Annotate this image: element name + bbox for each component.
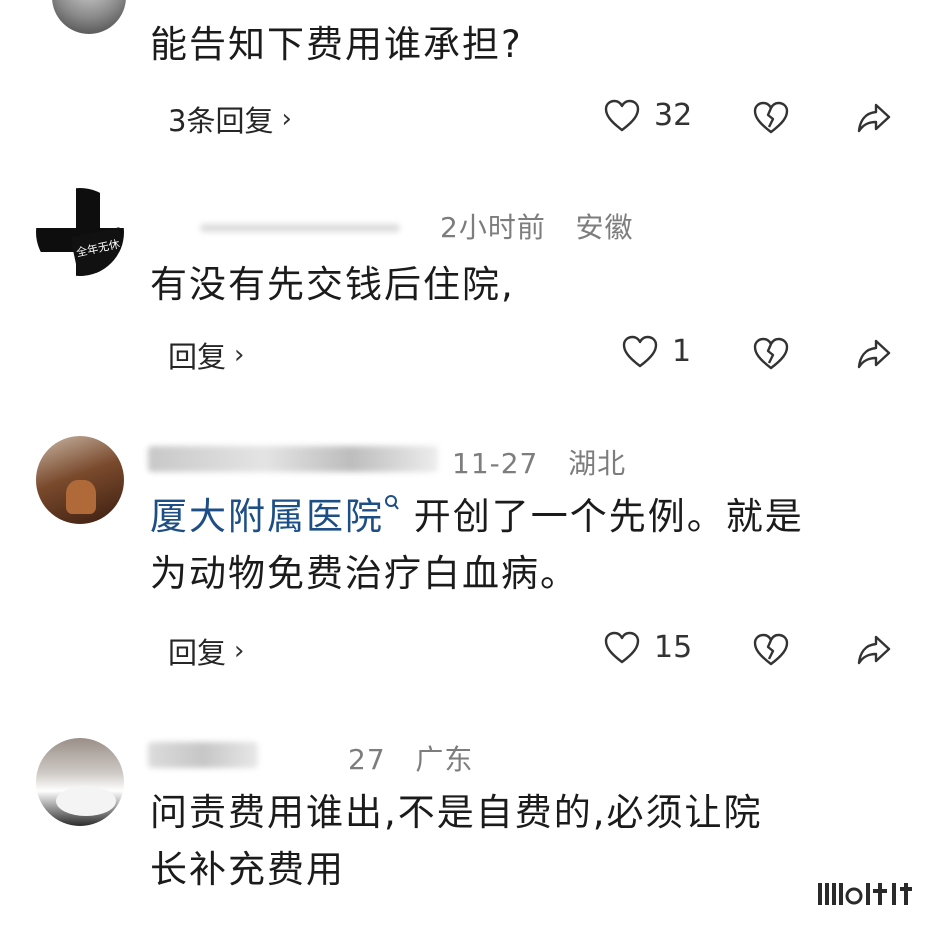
like-count: 1 <box>672 334 692 369</box>
reply-button[interactable]: 回复 › <box>168 334 244 376</box>
comment-meta: 27 广东 <box>348 738 473 778</box>
like-count: 15 <box>654 630 693 665</box>
search-icon <box>385 495 399 510</box>
reply-button[interactable]: 3条回复 › <box>168 98 292 140</box>
like-count: 32 <box>654 98 693 133</box>
comment-time: 2小时前 <box>440 211 546 244</box>
broken-heart-icon[interactable] <box>752 632 790 668</box>
comment-text-line2: 为动物免费治疗白血病。 <box>150 552 579 595</box>
avatar[interactable] <box>36 436 124 524</box>
heart-outline-icon <box>622 335 658 367</box>
reply-label: 回复 <box>168 636 227 670</box>
like-button[interactable]: 32 <box>604 98 692 133</box>
username-redacted <box>200 224 400 232</box>
avatar[interactable]: 全年无休 <box>36 188 124 276</box>
chevron-right-icon: › <box>234 340 245 370</box>
reply-label: 回复 <box>168 340 227 374</box>
hospital-link[interactable]: 厦大附属医院 <box>150 495 400 538</box>
comment-meta: 11-27 湖北 <box>452 442 626 482</box>
chevron-right-icon: › <box>234 636 245 666</box>
share-arrow-icon[interactable] <box>856 102 892 134</box>
comment-text: 厦大附属医院 开创了一个先例。就是 为动物免费治疗白血病。 <box>150 488 804 602</box>
reply-label: 3条回复 <box>168 104 274 138</box>
username-redacted <box>148 446 438 472</box>
share-arrow-icon[interactable] <box>856 338 892 370</box>
comment-meta: 2小时前 安徽 <box>440 206 634 246</box>
comment-time: 27 <box>348 743 386 776</box>
heart-outline-icon <box>604 631 640 663</box>
like-button[interactable]: 1 <box>622 334 691 369</box>
reply-button[interactable]: 回复 › <box>168 630 244 672</box>
comment-region: 湖北 <box>568 447 627 480</box>
comment-text-line2: 长补充费用 <box>150 848 345 891</box>
watermark-logo <box>818 883 912 905</box>
chevron-right-icon: › <box>281 104 292 134</box>
username-redacted <box>148 742 258 768</box>
comment-text: 有没有先交钱后住院, <box>150 263 515 306</box>
comment-text-line1: 问责费用谁出,不是自费的,必须让院 <box>150 791 763 834</box>
comment-text: 问责费用谁出,不是自费的,必须让院 长补充费用 <box>150 784 763 898</box>
heart-outline-icon <box>604 99 640 131</box>
comment-text: 能告知下费用谁承担? <box>150 23 523 66</box>
comment-text-part: 开创了一个先例。就是 <box>413 495 804 538</box>
comment-region: 广东 <box>415 743 474 776</box>
avatar[interactable] <box>52 0 126 34</box>
share-arrow-icon[interactable] <box>856 634 892 666</box>
broken-heart-icon[interactable] <box>752 336 790 372</box>
comment-region: 安徽 <box>575 211 634 244</box>
hospital-link-text: 厦大附属医院 <box>150 495 384 538</box>
comment-time: 11-27 <box>452 447 539 480</box>
avatar[interactable] <box>36 738 124 826</box>
like-button[interactable]: 15 <box>604 630 692 665</box>
broken-heart-icon[interactable] <box>752 100 790 136</box>
